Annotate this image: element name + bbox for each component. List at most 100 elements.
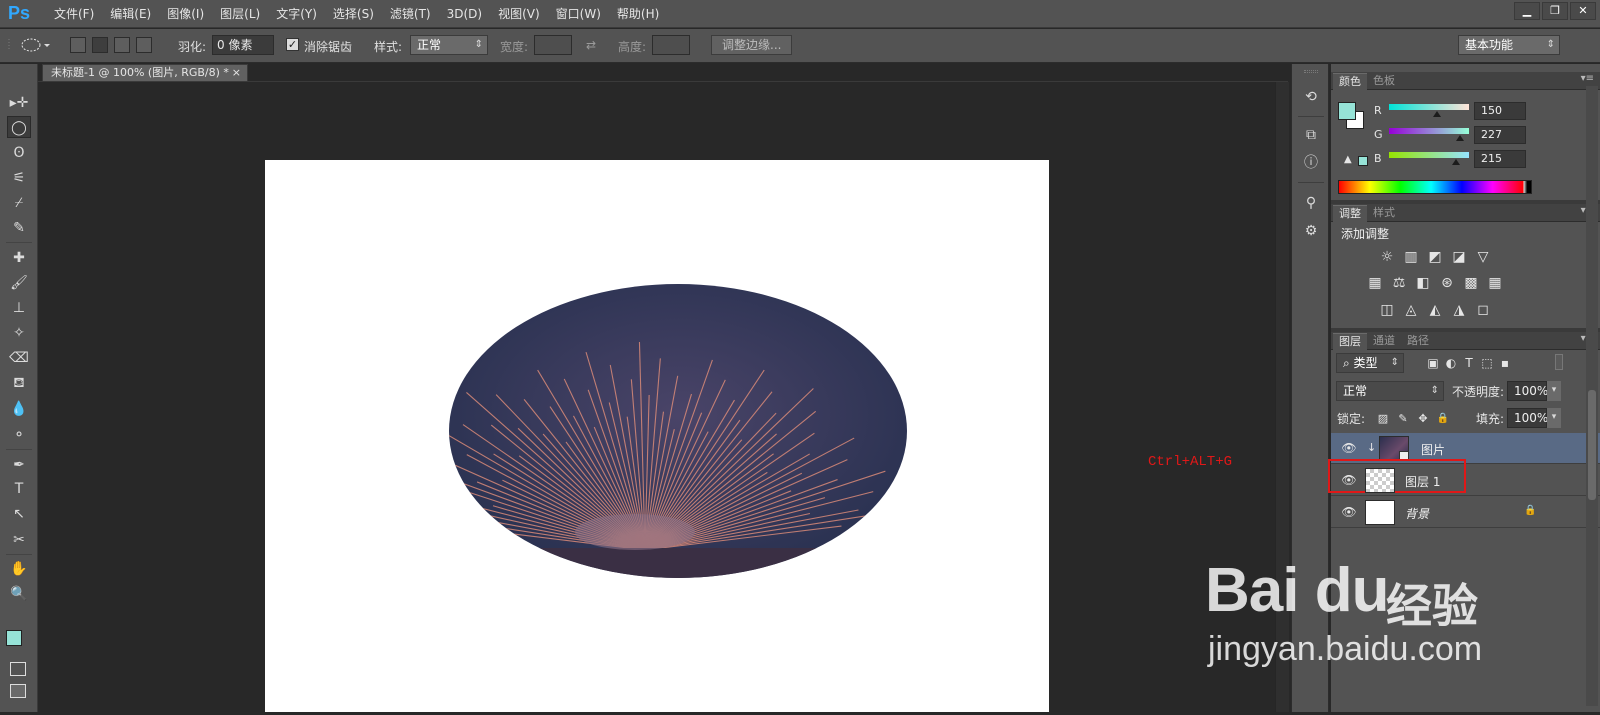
menu-3d[interactable]: 3D(D) [439,0,490,28]
color-spectrum-ramp[interactable] [1338,180,1532,194]
gamut-swatch[interactable] [1358,156,1368,166]
visibility-eye-icon[interactable]: 👁 [1341,473,1357,487]
history-panel-icon[interactable]: ⟲ [1300,86,1322,108]
elliptical-marquee-tool-icon[interactable]: ◯ [7,116,31,138]
tab-layers[interactable]: 图层 [1333,333,1367,350]
filter-shape-icon[interactable]: ⬚ [1477,354,1497,372]
elliptical-marquee-preset-icon[interactable] [20,37,50,53]
lock-all-icon[interactable]: 🔒 [1433,410,1453,428]
visibility-eye-icon[interactable]: 👁 [1341,441,1357,455]
selective-color-icon[interactable]: ◮ [1449,301,1469,319]
pen-tool-icon[interactable]: ✒ [7,454,31,476]
layer-row-background[interactable]: 👁 背景 🔒 [1331,497,1600,528]
tab-adjustments[interactable]: 调整 [1333,205,1367,222]
color-lookup-icon[interactable]: ▦ [1485,274,1505,292]
quick-selection-tool-icon[interactable]: ⚟ [7,167,31,189]
levels-icon[interactable]: ▥ [1401,248,1421,266]
workspace-select[interactable]: 基本功能 [1458,35,1560,55]
swap-icon[interactable]: ⇄ [586,38,596,52]
zoom-tool-icon[interactable]: 🔍 [7,583,31,605]
vibrance-icon[interactable]: ▽ [1473,248,1493,266]
menu-file[interactable]: 文件(F) [46,0,102,28]
photo-filter-icon[interactable]: ⊛ [1437,274,1457,292]
shape-tool-icon[interactable]: ✂ [7,529,31,551]
minimize-button[interactable]: ▁ [1514,2,1540,20]
r-slider[interactable] [1389,104,1469,110]
menu-type[interactable]: 文字(Y) [268,0,325,28]
tool-presets-panel-icon[interactable]: ⚙ [1300,220,1322,242]
filter-toggle[interactable] [1555,354,1563,370]
filter-smart-object-icon[interactable]: ▪ [1495,354,1515,372]
layer-name[interactable]: 图层 1 [1405,473,1440,490]
visibility-eye-icon[interactable]: 👁 [1341,505,1357,519]
tab-channels[interactable]: 通道 [1367,333,1401,350]
add-selection-mode-icon[interactable] [92,37,108,53]
lock-position-icon[interactable]: ✥ [1413,410,1433,428]
document-tab[interactable]: 未标题-1 @ 100% (图片, RGB/8) * × [42,64,248,82]
tab-paths[interactable]: 路径 [1401,333,1435,350]
height-input[interactable] [652,35,690,55]
fill-input[interactable]: 100% [1507,408,1548,428]
r-slider-thumb[interactable] [1433,111,1441,117]
color-foreground-swatch[interactable] [1338,102,1356,120]
layer-name[interactable]: 背景 [1405,505,1429,522]
gradient-map-icon[interactable]: ◻ [1473,301,1493,319]
channel-mixer-icon[interactable]: ▩ [1461,274,1481,292]
refine-edge-button[interactable]: 调整边缘... [711,35,793,55]
hand-tool-icon[interactable]: ✋ [7,558,31,580]
layer-row-layer1[interactable]: 👁 图层 1 [1331,465,1600,496]
eraser-tool-icon[interactable]: ⌫ [7,347,31,369]
restore-button[interactable]: ❐ [1542,2,1568,20]
width-input[interactable] [534,35,572,55]
g-slider[interactable] [1389,128,1469,134]
r-value-input[interactable]: 150 [1474,102,1526,120]
exposure-icon[interactable]: ◪ [1449,248,1469,266]
menu-view[interactable]: 视图(V) [490,0,548,28]
filter-type-icon[interactable]: T [1459,354,1479,372]
healing-brush-tool-icon[interactable]: ✚ [7,247,31,269]
menu-window[interactable]: 窗口(W) [548,0,609,28]
menu-image[interactable]: 图像(I) [159,0,212,28]
screen-mode-icon[interactable] [10,684,26,698]
b-slider[interactable] [1389,152,1469,158]
type-tool-icon[interactable]: T [7,478,31,500]
invert-icon[interactable]: ◫ [1377,301,1397,319]
fill-dropdown-icon[interactable]: ▾ [1547,408,1561,428]
clone-stamp-tool-icon[interactable]: ⊥ [7,297,31,319]
history-brush-tool-icon[interactable]: ✧ [7,322,31,344]
brush-tool-icon[interactable]: 🖌 [7,272,31,294]
new-selection-mode-icon[interactable] [70,37,86,53]
blur-tool-icon[interactable]: 💧 [7,398,31,420]
blend-mode-select[interactable]: 正常 [1336,381,1444,401]
foreground-color-swatch[interactable] [6,630,22,646]
info-panel-icon[interactable]: ⓘ [1300,152,1322,174]
g-value-input[interactable]: 227 [1474,126,1526,144]
antialias-checkbox[interactable]: ✓ [286,38,299,51]
brightness-contrast-icon[interactable]: ☼ [1377,248,1397,266]
opacity-input[interactable]: 100% [1507,381,1548,401]
gamut-warning-icon[interactable]: ▲ [1344,154,1352,165]
posterize-icon[interactable]: ◬ [1401,301,1421,319]
g-slider-thumb[interactable] [1456,135,1464,141]
properties-panel-icon[interactable]: ⧉ [1300,124,1322,146]
dodge-tool-icon[interactable]: ⚬ [7,424,31,446]
feather-input[interactable]: 0 像素 [212,35,274,55]
color-balance-icon[interactable]: ⚖ [1389,274,1409,292]
tab-swatches[interactable]: 色板 [1367,73,1401,90]
filter-adjustment-icon[interactable]: ◐ [1441,354,1461,372]
tab-color[interactable]: 颜色 [1333,73,1367,90]
document-canvas[interactable] [265,160,1049,712]
close-button[interactable]: ✕ [1570,2,1596,20]
hue-saturation-icon[interactable]: ▦ [1365,274,1385,292]
lock-transparent-icon[interactable]: ▨ [1373,410,1393,428]
tab-styles[interactable]: 样式 [1367,205,1401,222]
brush-presets-panel-icon[interactable]: ⚲ [1300,192,1322,214]
menu-edit[interactable]: 编辑(E) [102,0,159,28]
menu-filter[interactable]: 滤镜(T) [382,0,439,28]
path-selection-tool-icon[interactable]: ↖ [7,503,31,525]
menu-layer[interactable]: 图层(L) [212,0,268,28]
b-slider-thumb[interactable] [1452,159,1460,165]
layer-filter-select[interactable]: ⌕ 类型 [1336,353,1404,373]
b-value-input[interactable]: 215 [1474,150,1526,168]
black-white-icon[interactable]: ◧ [1413,274,1433,292]
